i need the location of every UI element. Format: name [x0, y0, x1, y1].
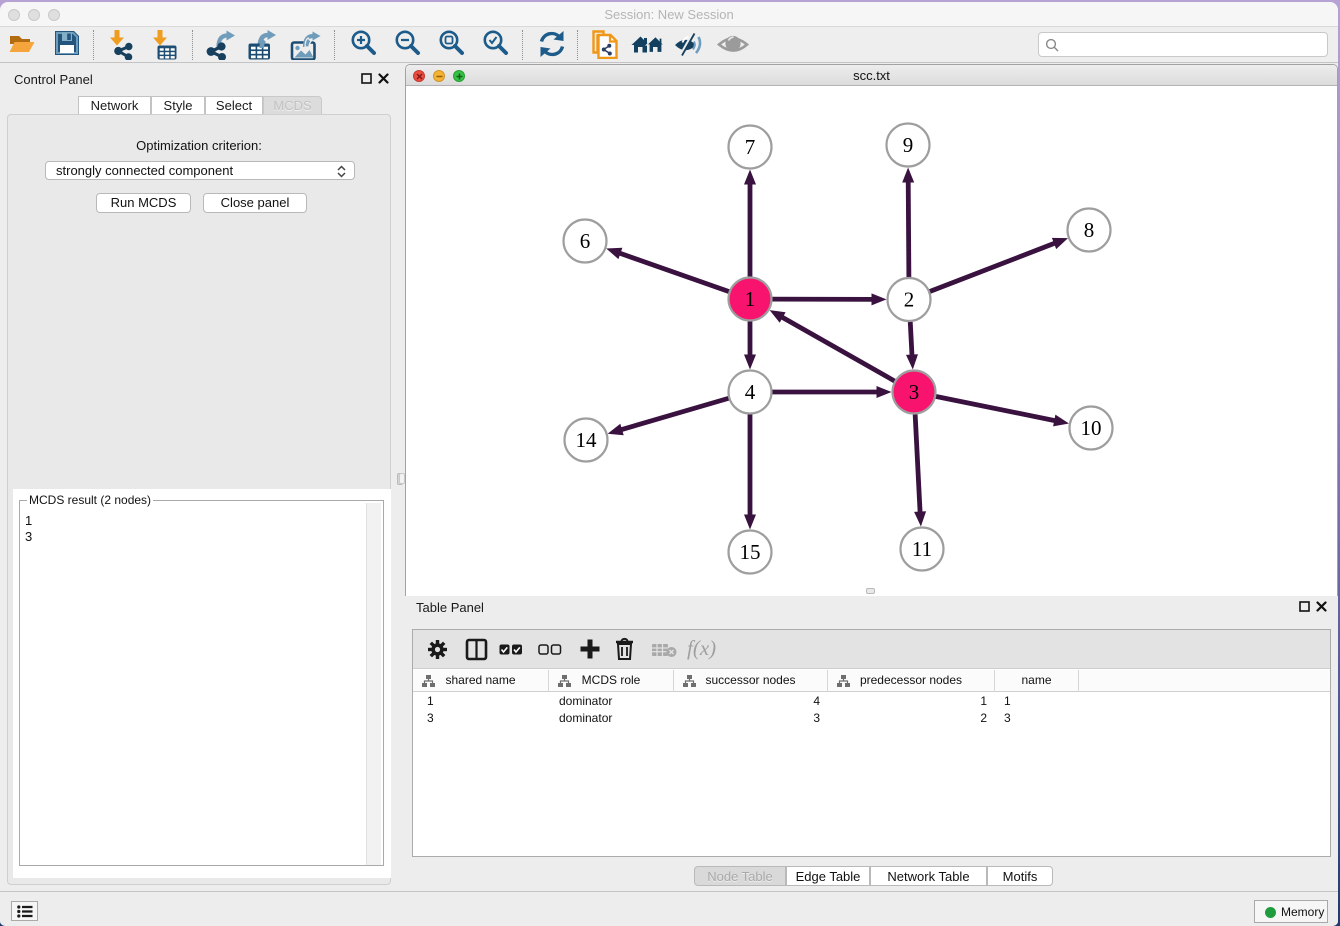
svg-text:7: 7	[745, 135, 756, 159]
svg-text:4: 4	[745, 380, 756, 404]
svg-text:6: 6	[580, 229, 591, 253]
svg-text:3: 3	[909, 380, 920, 404]
svg-text:1: 1	[745, 287, 756, 311]
svg-text:15: 15	[740, 540, 761, 564]
svg-text:8: 8	[1084, 218, 1095, 242]
svg-text:14: 14	[576, 428, 598, 452]
svg-text:9: 9	[903, 133, 914, 157]
svg-text:10: 10	[1081, 416, 1102, 440]
svg-text:11: 11	[912, 537, 932, 561]
svg-text:2: 2	[904, 288, 915, 312]
